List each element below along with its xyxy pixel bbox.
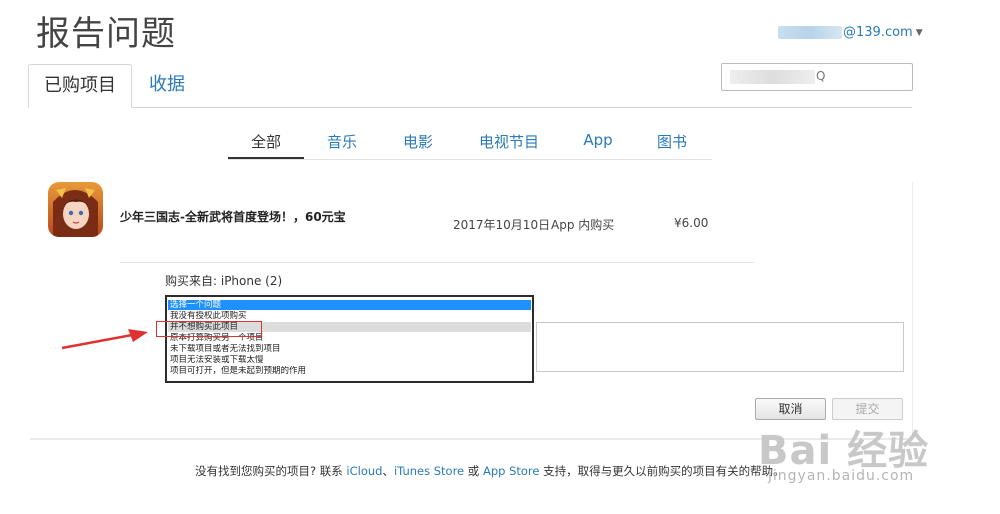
option-not-downloaded[interactable]: 未下载项目或者无法找到项目 [168, 344, 531, 354]
category-tabs: 全部 音乐 电影 电视节目 App 图书 [228, 127, 712, 160]
category-books[interactable]: 图书 [648, 131, 696, 159]
purchase-source: 购买来自: iPhone (2) [165, 274, 283, 288]
annotation-arrow-icon [61, 329, 148, 350]
app-store-link[interactable]: App Store [483, 464, 540, 478]
option-install-failed[interactable]: 项目无法安装或下载太慢 [168, 355, 531, 365]
footer-text-start: 没有找到您购买的项目? 联系 [195, 464, 347, 478]
item-date: 2017年10月10日 [453, 218, 551, 232]
tab-purchased[interactable]: 已购项目 [28, 64, 132, 108]
search-input[interactable]: Q [721, 63, 913, 91]
itunes-store-link[interactable]: iTunes Store [394, 464, 464, 478]
problem-select-dropdown[interactable]: 选择一个问题 我没有授权此项购买 并不想购买此项目 原本打算购买另一个项目 未下… [165, 295, 534, 383]
footer-separator-2: 或 [464, 464, 483, 478]
blurred-search-text [730, 70, 815, 84]
footer-text-end: 支持，取得与更久以前购买的项目有关的帮助。 [539, 464, 785, 478]
annotation-highlight-box [156, 321, 262, 337]
item-type: App 内购买 [551, 218, 615, 232]
app-icon [48, 182, 103, 237]
account-menu[interactable]: @139.com ▼ [778, 25, 923, 40]
category-app[interactable]: App [574, 131, 622, 159]
option-not-authorized[interactable]: 我没有授权此项购买 [168, 311, 531, 321]
category-all[interactable]: 全部 [228, 131, 304, 159]
footer-help-text: 没有找到您购买的项目? 联系 iCloud、iTunes Store 或 App… [195, 463, 785, 479]
watermark-url: jingyan.baidu.com [768, 468, 915, 484]
page-title: 报告问题 [36, 14, 176, 54]
item-divider [120, 262, 754, 263]
search-text-suffix: Q [816, 69, 826, 83]
icloud-link[interactable]: iCloud [346, 464, 382, 478]
chevron-down-icon: ▼ [915, 27, 923, 38]
item-name: 少年三国志-全新武将首度登场！，60元宝 [120, 210, 346, 224]
item-price: ¥6.00 [674, 216, 709, 230]
category-tv-shows[interactable]: 电视节目 [474, 131, 544, 159]
footer-separator-1: 、 [382, 464, 394, 478]
option-select-problem[interactable]: 选择一个问题 [168, 300, 531, 310]
blurred-username [778, 26, 842, 39]
problem-description-textarea[interactable] [536, 322, 904, 372]
account-email: @139.com [843, 25, 913, 40]
cancel-button[interactable]: 取消 [755, 398, 826, 420]
option-not-working[interactable]: 项目可打开，但是未起到预期的作用 [168, 366, 531, 376]
submit-button[interactable]: 提交 [832, 398, 903, 420]
tab-receipts[interactable]: 收据 [134, 64, 200, 108]
category-music[interactable]: 音乐 [314, 131, 370, 159]
category-movies[interactable]: 电影 [390, 131, 446, 159]
